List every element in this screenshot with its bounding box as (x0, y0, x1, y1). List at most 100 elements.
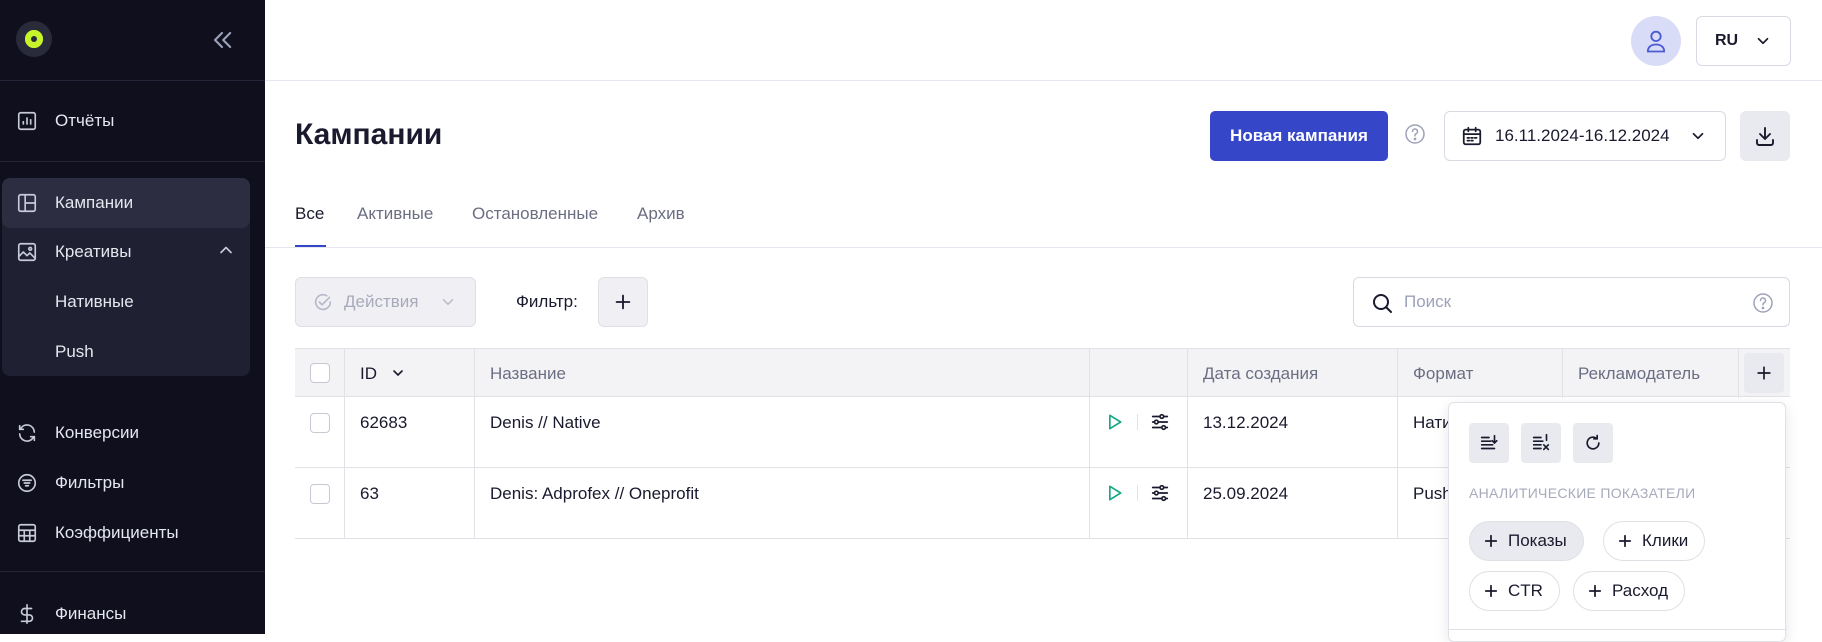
column-divider (1562, 348, 1563, 398)
grid-icon (16, 522, 38, 544)
chevron-down-icon (392, 370, 403, 376)
plus-icon (1484, 534, 1498, 548)
sidebar-item-coefficients[interactable]: Коэффициенты (0, 508, 265, 558)
language-value: RU (1715, 32, 1739, 49)
column-divider (1187, 348, 1188, 538)
collapse-sidebar-icon[interactable] (208, 26, 236, 54)
row-checkbox[interactable] (310, 413, 330, 433)
sort-ascending-icon[interactable] (1469, 423, 1509, 463)
action-divider (1137, 414, 1138, 430)
sidebar-divider (0, 161, 265, 162)
clear-sort-icon[interactable] (1521, 423, 1561, 463)
sidebar-divider (0, 80, 265, 81)
sidebar-subitem-push[interactable]: Push (55, 342, 94, 362)
download-icon (1756, 127, 1774, 146)
play-icon[interactable] (1104, 483, 1124, 503)
analytics-section-title: АНАЛИТИЧЕСКИЕ ПОКАЗАТЕЛИ (1469, 485, 1696, 501)
calendar-icon (1461, 125, 1483, 147)
help-icon[interactable] (1403, 122, 1427, 146)
search-box (1353, 277, 1790, 327)
cell-format: Нати (1413, 413, 1452, 432)
language-select[interactable]: RU (1696, 16, 1791, 66)
refresh-icon (16, 422, 38, 444)
sidebar-item-reports[interactable]: Отчёты (0, 96, 265, 146)
new-campaign-button[interactable]: Новая кампания (1210, 111, 1388, 161)
sidebar-item-conversions[interactable]: Конверсии (0, 408, 265, 458)
sidebar: Отчёты Кампании Креативы Нативные Push К… (0, 0, 265, 634)
chip-label: Расход (1612, 581, 1669, 600)
sidebar-item-filters[interactable]: Фильтры (0, 458, 265, 508)
date-range-picker[interactable]: 16.11.2024-16.12.2024 (1444, 111, 1726, 161)
column-header-name[interactable]: Название (490, 364, 566, 384)
tab-archive[interactable]: Архив (637, 204, 685, 224)
plus-icon (1618, 534, 1632, 548)
cell-id: 63 (360, 484, 379, 503)
add-metric-chip-clicks[interactable]: Клики (1603, 521, 1706, 561)
actions-dropdown[interactable]: Действия (295, 277, 476, 327)
plus-icon (615, 294, 631, 310)
cell-created: 25.09.2024 (1203, 484, 1289, 503)
filter-icon (16, 472, 38, 494)
tab-all[interactable]: Все (295, 204, 324, 224)
action-divider (1137, 485, 1138, 501)
sidebar-item-label: Коэффициенты (55, 523, 179, 542)
cell-id: 62683 (360, 413, 408, 432)
cell-name[interactable]: Denis // Native (490, 413, 601, 433)
check-circle-icon (312, 291, 334, 313)
add-metric-chip-ctr[interactable]: CTR (1469, 571, 1560, 611)
play-icon[interactable] (1104, 412, 1124, 432)
chevron-down-icon (439, 293, 457, 311)
chip-label: Показы (1508, 531, 1567, 550)
cell-format: Push (1413, 484, 1452, 503)
tabs-divider (265, 247, 1822, 248)
sidebar-item-label: Фильтры (55, 473, 125, 492)
top-bar (265, 0, 1822, 81)
help-icon[interactable] (1751, 291, 1775, 315)
sidebar-item-finance[interactable]: Финансы (0, 589, 265, 639)
sidebar-item-label: Конверсии (55, 423, 139, 442)
add-column-button[interactable] (1744, 353, 1784, 393)
download-button[interactable] (1740, 111, 1790, 161)
tab-stopped[interactable]: Остановленные (472, 204, 598, 224)
chevron-up-icon[interactable] (216, 240, 236, 260)
filter-label: Фильтр: (516, 292, 578, 311)
column-header-id[interactable]: ID (360, 364, 406, 384)
chip-label: CTR (1508, 581, 1543, 600)
image-icon (16, 241, 38, 263)
sidebar-item-label: Финансы (55, 604, 127, 623)
sidebar-item-campaigns[interactable]: Кампании (0, 178, 265, 228)
layout-icon (16, 192, 38, 214)
tab-active[interactable]: Активные (357, 204, 433, 224)
cell-name[interactable]: Denis: Adprofex // Oneprofit (490, 484, 699, 504)
page-title: Кампании (295, 118, 443, 151)
sidebar-divider (0, 571, 265, 572)
reset-icon[interactable] (1573, 423, 1613, 463)
sidebar-item-label: Кампании (55, 193, 134, 212)
sidebar-item-label: Креативы (55, 242, 132, 261)
date-range-value: 16.11.2024-16.12.2024 (1495, 126, 1670, 145)
add-filter-button[interactable] (598, 277, 648, 327)
column-header-created[interactable]: Дата создания (1203, 364, 1318, 384)
column-settings-popup: АНАЛИТИЧЕСКИЕ ПОКАЗАТЕЛИ Показы Клики CT… (1448, 402, 1787, 642)
column-header-advertiser[interactable]: Рекламодатель (1578, 364, 1700, 384)
add-metric-chip-spend[interactable]: Расход (1573, 571, 1686, 611)
search-icon (1370, 291, 1394, 315)
sidebar-item-label: Отчёты (55, 111, 115, 130)
actions-label: Действия (344, 292, 419, 311)
settings-sliders-icon[interactable] (1149, 411, 1171, 433)
column-divider (1738, 348, 1739, 398)
add-metric-chip-impressions[interactable]: Показы (1469, 521, 1584, 561)
plus-icon (1588, 584, 1602, 598)
row-checkbox[interactable] (310, 484, 330, 504)
column-header-format[interactable]: Формат (1413, 364, 1473, 384)
settings-sliders-icon[interactable] (1149, 482, 1171, 504)
sidebar-subitem-native[interactable]: Нативные (55, 292, 134, 312)
logo[interactable] (16, 21, 52, 57)
cell-created: 13.12.2024 (1203, 413, 1289, 432)
select-all-checkbox[interactable] (310, 363, 330, 383)
column-divider (1089, 348, 1090, 538)
avatar[interactable] (1631, 16, 1681, 66)
search-input[interactable] (1404, 290, 1734, 314)
chip-label: Клики (1642, 531, 1689, 550)
column-divider (1397, 348, 1398, 538)
